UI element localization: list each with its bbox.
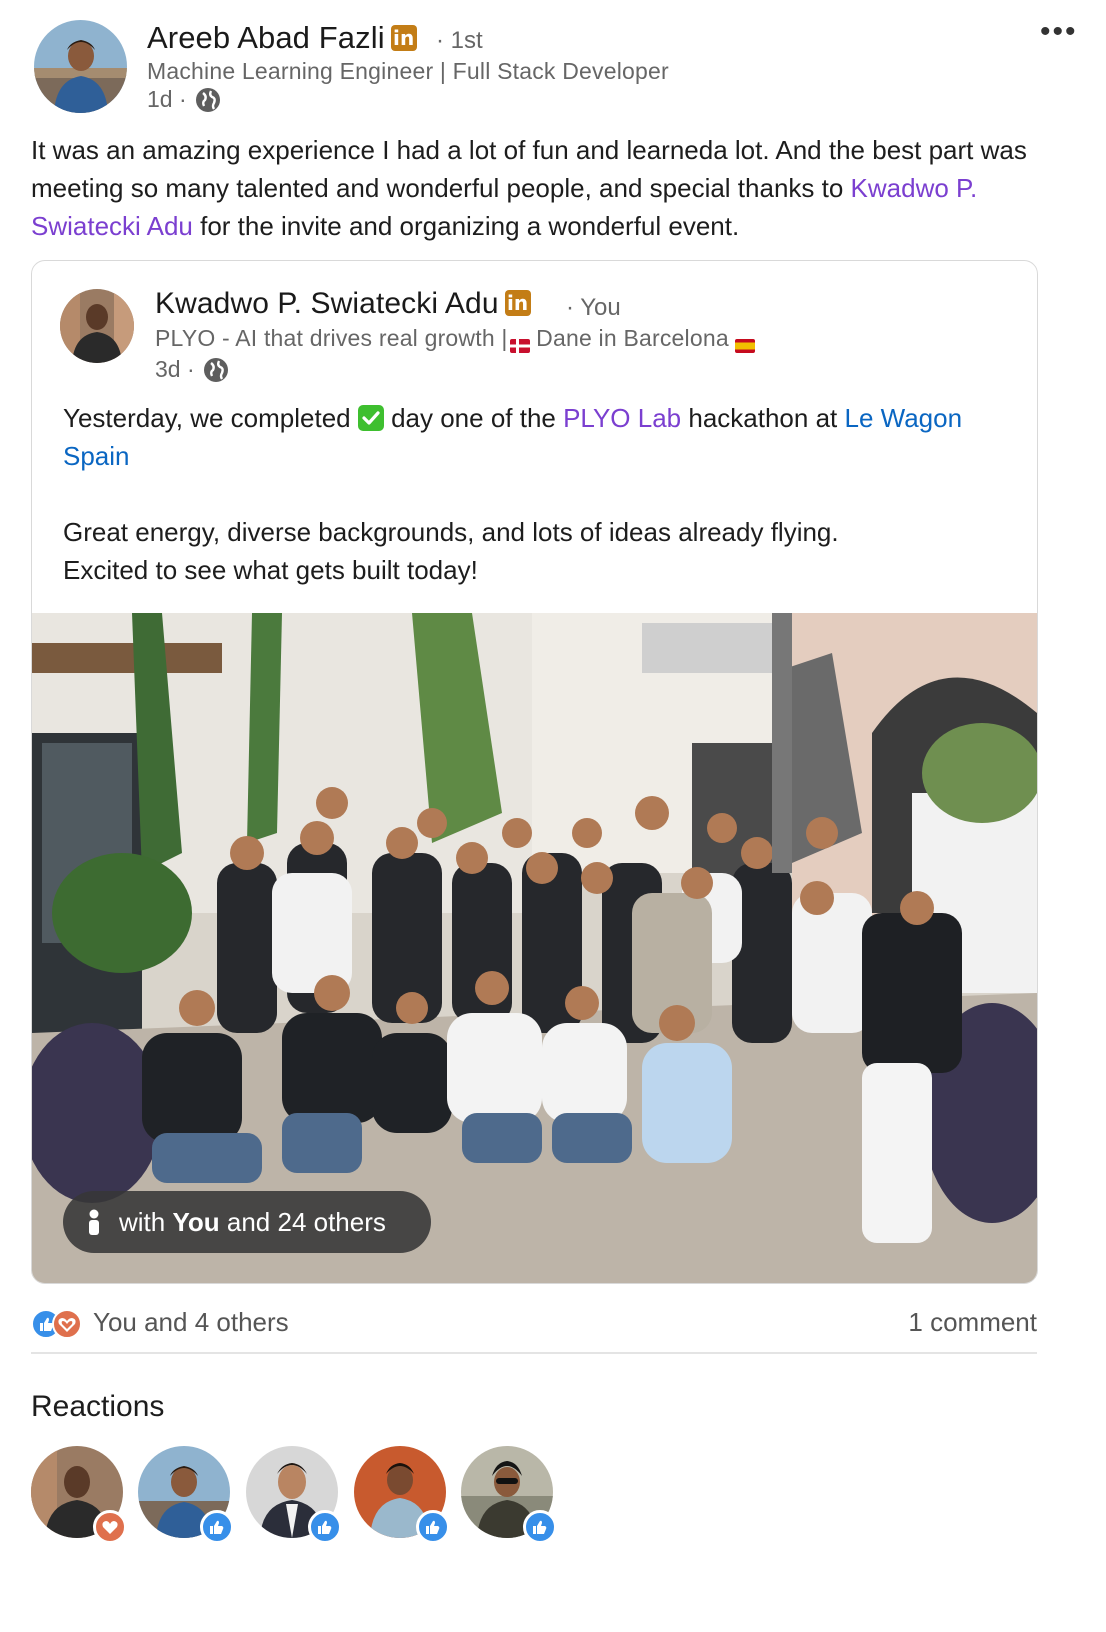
denmark-flag-icon — [509, 332, 530, 353]
reactor-avatar[interactable] — [354, 1446, 450, 1544]
tagged-people-pill[interactable]: with You and 24 others — [63, 1191, 431, 1253]
post-text-part2: for the invite and organizing a wonderfu… — [192, 211, 740, 241]
tag-pill-prefix: with — [119, 1206, 173, 1237]
shared-post-time: 3d · — [155, 356, 195, 382]
shared-author-avatar[interactable] — [60, 289, 134, 363]
reaction-icons[interactable] — [31, 1308, 87, 1340]
author-name[interactable]: Areeb Abad Fazli in — [147, 20, 417, 56]
connection-degree: · 1st — [436, 27, 483, 54]
linkedin-badge-icon: in — [504, 290, 531, 316]
reactor-avatar[interactable] — [461, 1446, 557, 1544]
check-mark-icon — [357, 403, 384, 431]
post-meta: 1d · — [147, 86, 221, 113]
reactions-heading: Reactions — [31, 1390, 165, 1423]
shared-text-2: Great energy, diverse backgrounds, and l… — [63, 517, 839, 547]
shared-headline-part2: Dane in Barcelona — [529, 325, 736, 351]
shared-degree: · You — [566, 294, 621, 321]
like-reaction-icon — [200, 1510, 234, 1544]
love-reaction-icon — [93, 1510, 127, 1544]
shared-post-meta: 3d · — [155, 356, 229, 383]
social-counts-bar: You and 4 others 1 comment — [31, 1306, 1037, 1342]
person-icon — [87, 1209, 101, 1235]
shared-post-card[interactable]: Kwadwo P. Swiatecki Adu in · You PLYO - A… — [31, 260, 1038, 1284]
plyo-lab-mention[interactable]: PLYO Lab — [563, 403, 681, 433]
author-avatar[interactable] — [34, 20, 127, 113]
like-reaction-icon — [523, 1510, 557, 1544]
more-options-icon[interactable]: ••• — [1040, 17, 1078, 47]
shared-post-text: Yesterday, we completed day one of the P… — [63, 399, 1013, 589]
comments-count-link[interactable]: 1 comment — [908, 1307, 1037, 1338]
tag-pill-you: You — [172, 1206, 220, 1237]
shared-text-1b: day one of the — [383, 403, 564, 433]
like-reaction-icon — [416, 1510, 450, 1544]
shared-text-1c: hackathon at — [681, 403, 845, 433]
reactor-avatar[interactable] — [138, 1446, 234, 1544]
like-reaction-icon — [308, 1510, 342, 1544]
reactions-count-link[interactable]: You and 4 others — [93, 1307, 289, 1338]
post-time: 1d · — [147, 86, 187, 112]
divider — [31, 1352, 1037, 1354]
tag-pill-text: with You and 24 others — [119, 1207, 386, 1238]
linkedin-badge-icon: in — [390, 25, 417, 51]
shared-text-1a: Yesterday, we completed — [63, 403, 358, 433]
shared-author-headline: PLYO - AI that drives real growth | Dane… — [155, 325, 756, 353]
post-text: It was an amazing experience I had a lot… — [31, 131, 1041, 245]
author-name-text[interactable]: Areeb Abad Fazli — [147, 20, 385, 55]
reactor-avatar[interactable] — [31, 1446, 127, 1544]
globe-icon — [195, 87, 221, 113]
shared-headline-part1: PLYO - AI that drives real growth | — [155, 325, 508, 351]
reactor-avatar[interactable] — [246, 1446, 342, 1544]
shared-author-name-text[interactable]: Kwadwo P. Swiatecki Adu — [155, 287, 499, 320]
spain-flag-icon — [735, 332, 756, 353]
author-headline: Machine Learning Engineer | Full Stack D… — [147, 58, 669, 84]
shared-text-3: Excited to see what gets built today! — [63, 555, 478, 585]
globe-icon — [203, 357, 229, 383]
tag-pill-suffix: and 24 others — [219, 1206, 386, 1237]
shared-author-name[interactable]: Kwadwo P. Swiatecki Adu in — [155, 287, 531, 321]
group-photo[interactable]: with You and 24 others — [32, 613, 1037, 1283]
